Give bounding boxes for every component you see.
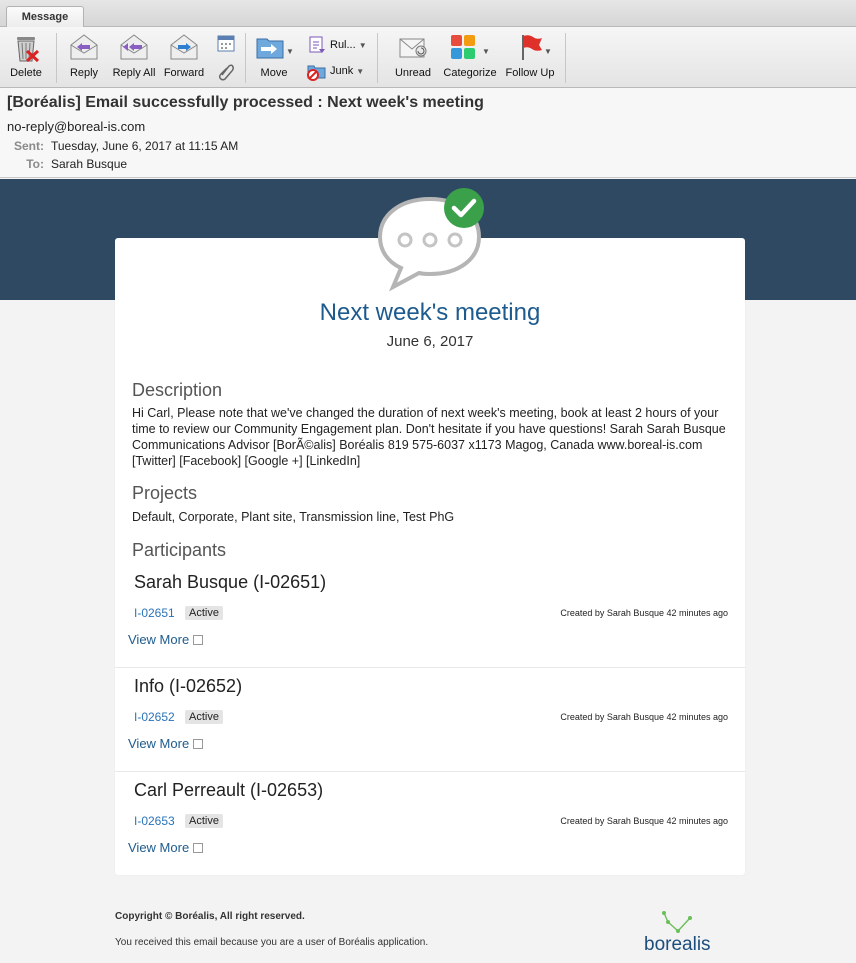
follow-up-dropdown-icon[interactable]: ▼ — [544, 47, 552, 56]
forward-button[interactable]: Forward — [162, 31, 206, 79]
view-more-link[interactable]: View More — [128, 840, 204, 855]
message-subject: [Boréalis] Email successfully processed … — [7, 94, 484, 111]
toolbar-separator — [245, 33, 246, 83]
forward-icon — [170, 34, 198, 60]
description-heading: Description — [132, 380, 223, 400]
view-more-icon — [193, 634, 204, 645]
created-info: Created by Sarah Busque 42 minutes ago — [560, 816, 728, 826]
delete-button[interactable]: Delete — [6, 31, 46, 79]
toolbar-separator — [56, 33, 57, 83]
flag-icon — [522, 35, 542, 60]
participant-id-link[interactable]: I-02652 — [134, 710, 175, 724]
categorize-label: Categorize — [443, 67, 497, 79]
projects-heading: Projects — [132, 483, 198, 503]
description-text: Hi Carl, Please note that we've changed … — [132, 406, 726, 468]
message-header: [Boréalis] Email successfully processed … — [0, 88, 856, 178]
forward-label: Forward — [163, 67, 205, 79]
status-badge: Active — [185, 814, 223, 828]
sent-value: Tuesday, June 6, 2017 at 11:15 AM — [51, 139, 239, 153]
reply-all-icon — [120, 34, 148, 60]
unread-button[interactable]: Unread — [392, 31, 434, 79]
logo-text: borealis — [644, 934, 711, 955]
rules-dropdown-icon: ▼ — [358, 40, 367, 50]
event-date: June 6, 2017 — [386, 333, 474, 350]
to-row: To: Sarah Busque — [7, 157, 849, 171]
participant-id-link[interactable]: I-02651 — [134, 606, 175, 620]
toolbar-separator — [377, 33, 378, 83]
reply-all-label: Reply All — [112, 67, 156, 79]
participant-card: Info (I-02652) I-02652 Active Created by… — [115, 668, 745, 772]
categorize-icon — [451, 35, 475, 59]
junk-dropdown-icon: ▼ — [356, 66, 365, 76]
sent-row: Sent: Tuesday, June 6, 2017 at 11:15 AM — [7, 139, 849, 153]
speech-bubble-check-icon — [377, 188, 484, 292]
view-more-link[interactable]: View More — [128, 632, 204, 647]
move-dropdown-icon[interactable]: ▼ — [286, 47, 294, 56]
toolbar-separator — [565, 33, 566, 83]
view-more-label: View More — [128, 840, 190, 855]
constellation-icon — [662, 911, 692, 933]
status-badge: Active — [185, 606, 223, 620]
junk-button[interactable]: Junk ▼ — [307, 61, 364, 81]
view-more-label: View More — [128, 736, 190, 751]
rules-icon — [309, 36, 325, 53]
reply-icon — [70, 34, 98, 60]
tab-message[interactable]: Message — [6, 6, 84, 28]
attachment-icon[interactable] — [216, 61, 236, 81]
email-card: Next week's meeting June 6, 2017 Descrip… — [115, 238, 745, 875]
participant-name: Carl Perreault (I-02653) — [134, 780, 324, 800]
reply-label: Reply — [69, 67, 99, 79]
footer-notice: You received this email because you are … — [115, 937, 429, 948]
created-info: Created by Sarah Busque 42 minutes ago — [560, 712, 728, 722]
trash-icon — [17, 37, 40, 63]
view-more-label: View More — [128, 632, 190, 647]
rules-button[interactable]: Rul... ▼ — [307, 35, 367, 55]
ribbon-toolbar: Delete Reply Reply All Forward Move ▼ Ru… — [0, 27, 856, 88]
event-title: Next week's meeting — [319, 299, 541, 326]
move-folder-icon — [256, 38, 284, 59]
to-value[interactable]: Sarah Busque — [51, 157, 127, 171]
categorize-dropdown-icon[interactable]: ▼ — [482, 47, 490, 56]
participants-heading: Participants — [132, 540, 227, 560]
ribbon-tab-bar: Message — [0, 0, 856, 28]
projects-text: Default, Corporate, Plant site, Transmis… — [132, 510, 455, 524]
participant-name: Info (I-02652) — [134, 676, 243, 696]
follow-up-label: Follow Up — [505, 67, 555, 79]
participant-id-link[interactable]: I-02653 — [134, 814, 175, 828]
rules-label: Rul... — [330, 39, 356, 51]
reply-all-button[interactable]: Reply All — [111, 31, 157, 79]
reply-button[interactable]: Reply — [66, 31, 102, 79]
view-more-icon — [193, 842, 204, 853]
participant-name: Sarah Busque (I-02651) — [134, 572, 327, 592]
delete-label: Delete — [10, 67, 42, 79]
meeting-calendar-icon[interactable] — [216, 33, 236, 53]
junk-icon — [307, 65, 326, 81]
status-badge: Active — [185, 710, 223, 724]
created-info: Created by Sarah Busque 42 minutes ago — [560, 608, 728, 618]
move-label: Move — [260, 67, 288, 79]
participant-card: Carl Perreault (I-02653) I-02653 Active … — [115, 772, 745, 876]
view-more-icon — [193, 738, 204, 749]
unread-label: Unread — [394, 67, 432, 79]
copyright-text: Copyright © Boréalis, All right reserved… — [115, 911, 305, 922]
participant-card: Sarah Busque (I-02651) I-02651 Active Cr… — [115, 564, 745, 668]
to-label: To: — [26, 157, 44, 171]
view-more-link[interactable]: View More — [128, 736, 204, 751]
unread-envelope-icon — [399, 38, 427, 58]
message-sender[interactable]: no-reply@boreal-is.com — [7, 119, 849, 134]
sent-label: Sent: — [14, 139, 44, 153]
borealis-logo: borealis — [644, 908, 724, 958]
junk-label: Junk — [330, 65, 354, 77]
